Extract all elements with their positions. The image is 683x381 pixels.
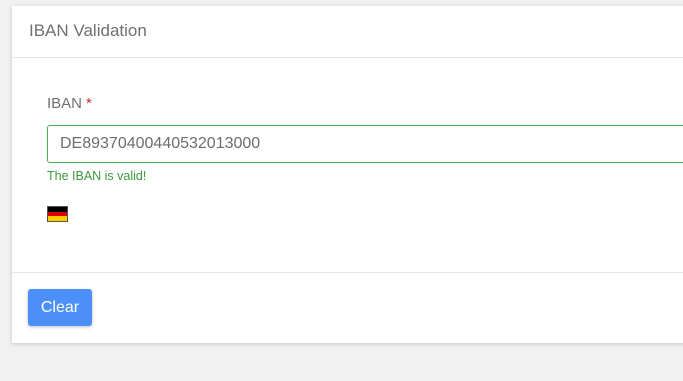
iban-label-text: IBAN bbox=[47, 95, 83, 112]
iban-validation-card: IBAN Validation IBAN* The IBAN is valid!… bbox=[12, 6, 683, 343]
card-title: IBAN Validation bbox=[29, 21, 147, 40]
validation-message: The IBAN is valid! bbox=[47, 169, 147, 183]
required-marker: * bbox=[86, 95, 92, 112]
flag-stripe-gold bbox=[48, 216, 67, 222]
germany-flag-icon bbox=[47, 206, 68, 222]
clear-button[interactable]: Clear bbox=[28, 289, 92, 326]
iban-input[interactable] bbox=[47, 125, 683, 163]
iban-label: IBAN * bbox=[47, 95, 92, 112]
card-footer: Clear bbox=[12, 272, 683, 344]
card-header: IBAN Validation bbox=[12, 6, 683, 58]
